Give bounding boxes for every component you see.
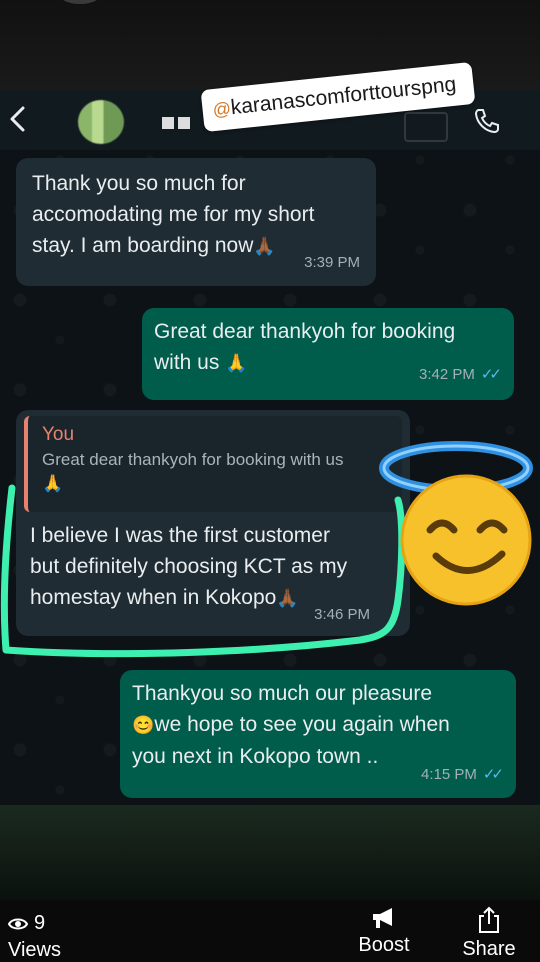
quoted-message[interactable]: You Great dear thankyoh for booking with…	[24, 416, 402, 512]
folded-hands-emoji: 🙏	[225, 353, 248, 373]
share-label: Share	[462, 938, 516, 960]
boost-button[interactable]: Boost	[352, 906, 416, 957]
eye-icon	[8, 918, 28, 929]
boost-label: Boost	[358, 934, 410, 956]
message-time: 4:15 PM	[420, 766, 477, 783]
message-bubble-incoming[interactable]: Thank you so much for accomodating me fo…	[16, 158, 376, 286]
message-bubble-outgoing[interactable]: Great dear thankyoh for booking with us …	[142, 308, 514, 400]
video-call-icon[interactable]	[404, 112, 448, 142]
message-line: but definitely choosing KCT as my	[30, 555, 348, 578]
message-time: 3:39 PM	[304, 254, 360, 271]
double-check-icon: ✓✓	[480, 366, 502, 383]
message-line: I believe I was the first customer	[30, 524, 330, 547]
share-button[interactable]: Share	[456, 906, 522, 961]
share-icon	[479, 906, 499, 933]
message-line: Thank you so much for	[32, 172, 246, 195]
chevron-left-icon[interactable]	[6, 104, 30, 134]
phone-icon[interactable]	[472, 106, 502, 136]
top-decoration	[60, 0, 100, 4]
quote-text: Great dear thankyoh for booking with us	[42, 450, 344, 469]
halo-smile-emoji[interactable]	[372, 438, 540, 608]
message-line: Thankyou so much our pleasure	[132, 682, 432, 705]
message-line: homestay when in Kokopo	[30, 586, 277, 609]
double-check-icon: ✓✓	[482, 766, 504, 783]
message-line: we hope to see you again when	[154, 713, 450, 736]
views-count: 9	[34, 912, 46, 934]
message-line: stay. I am boarding now	[32, 234, 254, 257]
message-line: Great dear thankyoh for booking	[154, 320, 456, 343]
message-time: 3:46 PM	[314, 606, 370, 623]
views-label: Views	[8, 939, 61, 961]
folded-hands-emoji: 🙏🏾	[276, 588, 299, 608]
folded-hands-emoji: 🙏🏾	[253, 236, 276, 256]
message-bubble-incoming-reply[interactable]: You Great dear thankyoh for booking with…	[16, 410, 410, 636]
folded-hands-emoji: 🙏	[42, 474, 64, 493]
views-button[interactable]: 9 Views	[8, 912, 61, 962]
message-line: accomodating me for my short	[32, 203, 315, 226]
contact-avatar[interactable]	[78, 100, 124, 144]
at-icon: @	[211, 98, 232, 121]
message-bubble-outgoing[interactable]: Thankyou so much our pleasure 😊we hope t…	[120, 670, 516, 798]
message-line: with us	[154, 351, 220, 374]
megaphone-icon	[373, 908, 392, 928]
story-bottom-area	[0, 805, 540, 905]
message-time: 3:42 PM	[418, 366, 475, 383]
smiling-emoji: 😊	[132, 715, 155, 735]
quote-author: You	[42, 424, 75, 445]
